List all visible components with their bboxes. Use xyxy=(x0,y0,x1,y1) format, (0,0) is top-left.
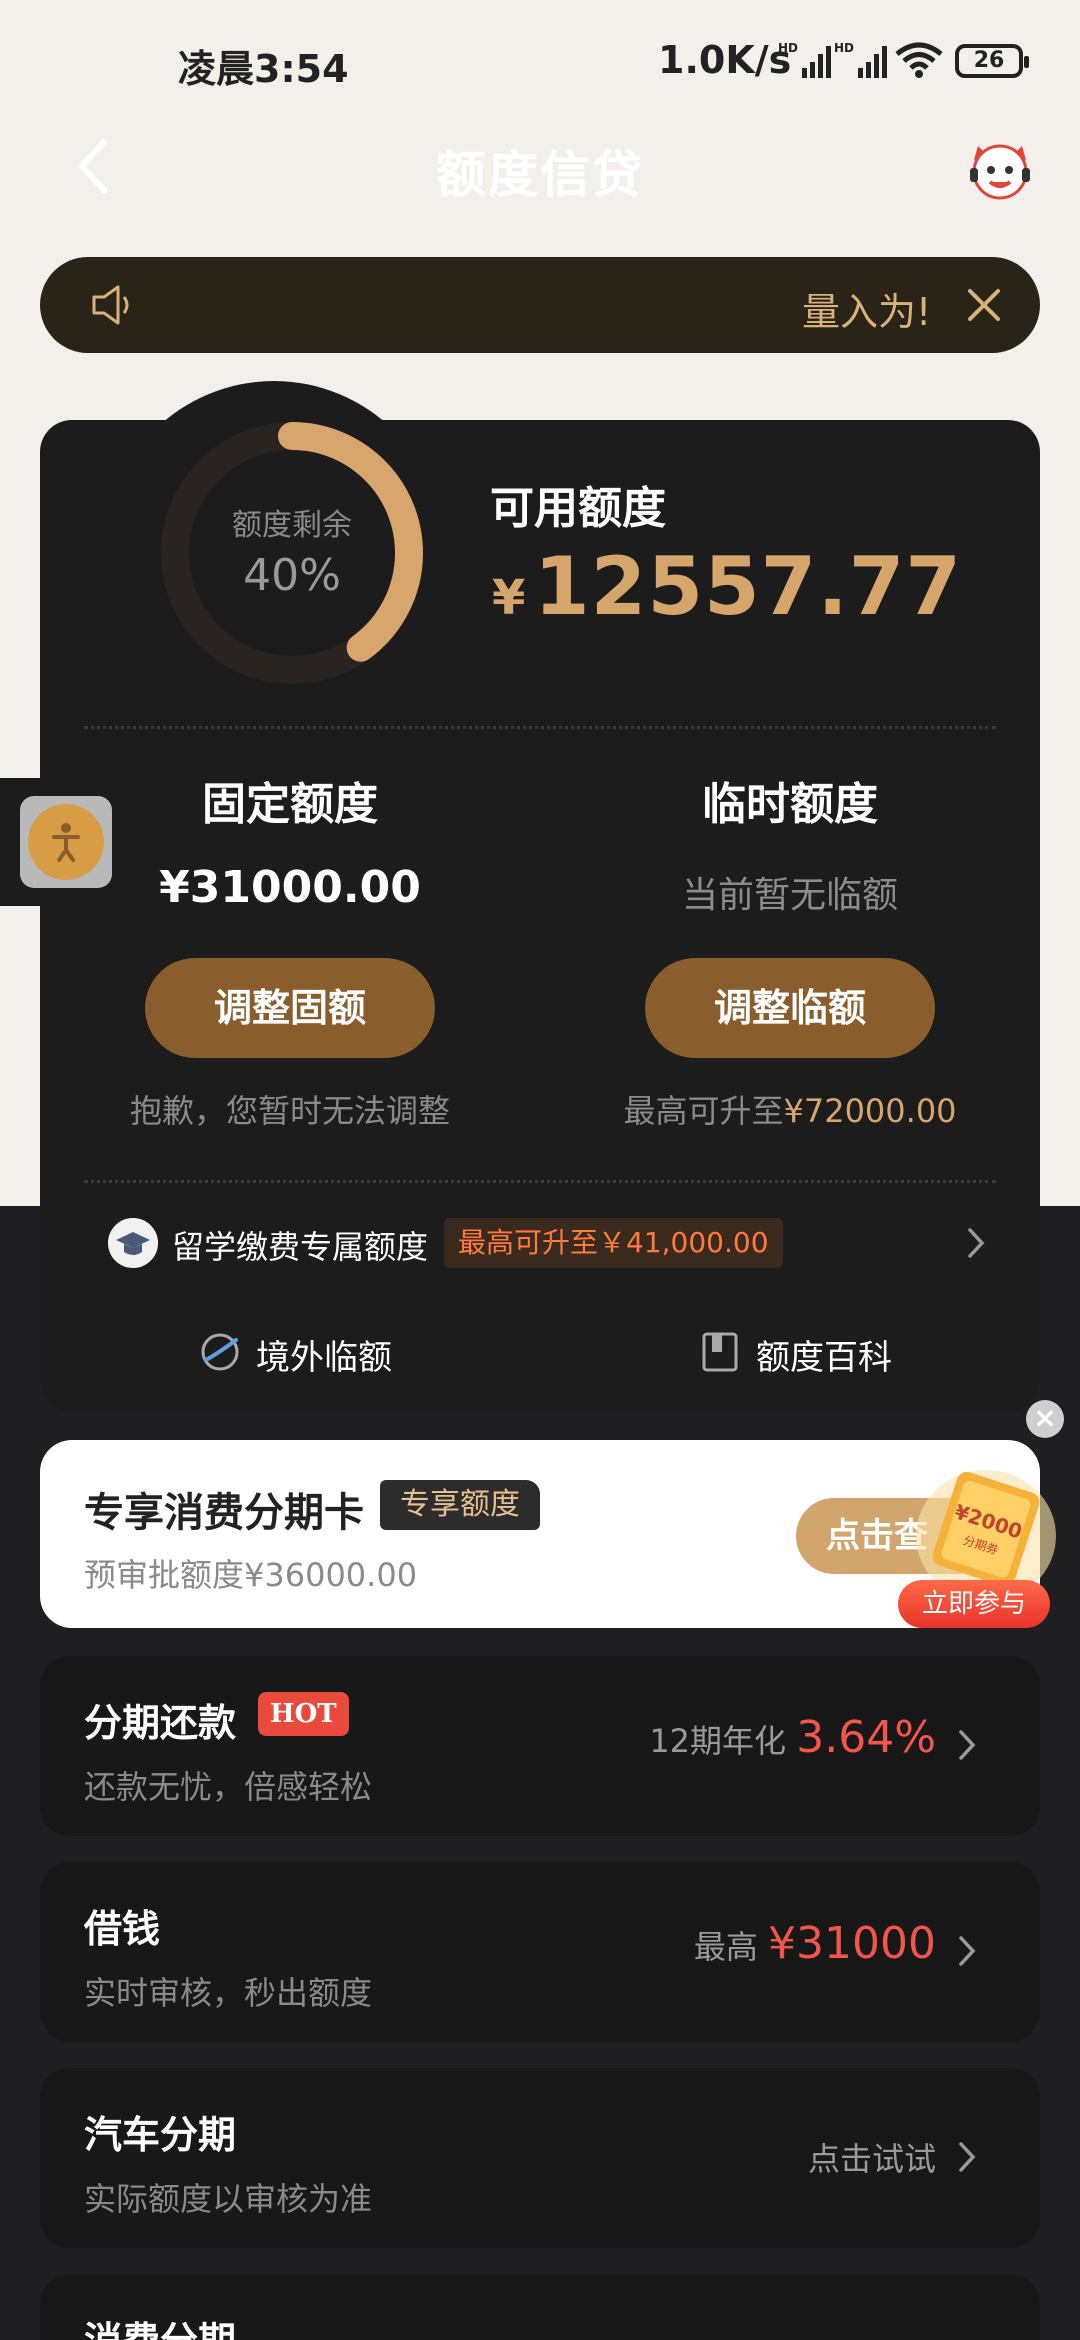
page-title: 额度信贷 xyxy=(436,146,644,204)
installment-card-promo[interactable]: 专享消费分期卡 专享额度 预审批额度¥36000.00 点击查 xyxy=(40,1440,1040,1628)
study-abroad-row[interactable]: 留学缴费专属额度 最高可升至￥41,000.00 xyxy=(108,1218,988,1278)
chevron-right-icon xyxy=(968,1228,985,1258)
product-subtitle: 实时审核，秒出额度 xyxy=(84,1974,373,2012)
accessibility-float-button[interactable] xyxy=(0,778,132,906)
product-max-amount: 最高 ¥31000 xyxy=(694,1918,936,1969)
quick-link-label: 境外临额 xyxy=(256,1338,392,1378)
temp-limit-note-prefix: 最高可升至 xyxy=(623,1092,784,1130)
promo-close-icon[interactable]: × xyxy=(1026,1400,1064,1438)
join-now-button[interactable]: 立即参与 xyxy=(898,1580,1050,1628)
book-icon xyxy=(702,1332,738,1372)
overseas-temp-limit-link[interactable]: 境外临额 xyxy=(198,1328,438,1378)
ring-label: 额度剩余 xyxy=(232,508,352,543)
study-abroad-label: 留学缴费专属额度 xyxy=(172,1228,429,1266)
available-credit-amount: 12557.77 xyxy=(534,540,963,633)
hot-badge: HOT xyxy=(258,1692,349,1736)
notice-text: 量入为! xyxy=(802,290,932,334)
product-title: 分期还款 xyxy=(84,1701,237,1745)
signal-icon: HD xyxy=(778,41,831,78)
signal-icon-2: HD xyxy=(834,41,887,78)
rate-prefix: 12期年化 xyxy=(649,1722,797,1760)
status-bar: 凌晨3:54 1.0K/s HD HD 26 xyxy=(0,0,1080,125)
ring-percent: 40% xyxy=(243,550,341,601)
divider xyxy=(84,1180,996,1183)
accessibility-frame xyxy=(20,796,112,888)
max-value: ¥31000 xyxy=(768,1918,936,1969)
borrow-row[interactable]: 借钱 实时审核，秒出额度 最高 ¥31000 xyxy=(40,1862,1040,2042)
notice-bar[interactable]: 量入为! xyxy=(40,257,1040,353)
wifi-icon xyxy=(895,42,943,78)
chevron-right-icon xyxy=(959,2142,976,2172)
network-speed: 1.0K/s xyxy=(658,38,792,82)
chevron-right-icon xyxy=(959,1730,976,1760)
fixed-limit-value: ¥31000.00 xyxy=(159,862,421,913)
fixed-limit-title: 固定额度 xyxy=(202,779,378,830)
overseas-icon xyxy=(201,1333,239,1371)
available-credit-label: 可用额度 xyxy=(490,483,666,534)
close-icon[interactable] xyxy=(964,285,1004,325)
study-abroad-badge: 最高可升至￥41,000.00 xyxy=(444,1218,783,1268)
promo-tag: 专享额度 xyxy=(380,1480,540,1530)
speaker-icon xyxy=(92,285,129,325)
product-title: 消费分期 xyxy=(84,2310,236,2340)
mascot-assistant-icon[interactable] xyxy=(964,132,1036,204)
product-subtitle: 实际额度以审核为准 xyxy=(84,2180,373,2218)
product-rate: 12期年化 3.64% xyxy=(649,1712,936,1763)
temp-limit-max-amount: ¥72000.00 xyxy=(783,1092,957,1130)
promo-subtitle: 预审批额度¥36000.00 xyxy=(84,1556,418,1594)
graduation-cap-icon xyxy=(108,1218,158,1268)
status-time: 凌晨3:54 xyxy=(178,47,349,91)
quick-link-label: 额度百科 xyxy=(756,1338,892,1378)
svg-text:HD: HD xyxy=(834,41,854,55)
installment-repay-row[interactable]: 分期还款 HOT 还款无忧，倍感轻松 12期年化 3.64% xyxy=(40,1656,1040,1836)
adjust-temp-limit-button[interactable]: 调整临额 xyxy=(645,958,935,1058)
svg-text:HD: HD xyxy=(778,41,798,55)
battery-indicator: 26 xyxy=(955,44,1029,78)
product-subtitle: 还款无忧，倍感轻松 xyxy=(84,1768,373,1806)
promo-title: 专享消费分期卡 xyxy=(84,1490,364,1536)
divider xyxy=(84,726,996,729)
chevron-right-icon xyxy=(959,1936,976,1966)
product-title: 借钱 xyxy=(84,1907,161,1951)
try-it-label: 点击试试 xyxy=(807,2140,936,2178)
car-installment-row[interactable]: 汽车分期 实际额度以审核为准 点击试试 xyxy=(40,2068,1040,2248)
adjust-fixed-limit-button[interactable]: 调整固额 xyxy=(145,958,435,1058)
accessibility-icon xyxy=(28,804,104,880)
product-title: 汽车分期 xyxy=(84,2113,237,2157)
currency-symbol: ¥ xyxy=(492,570,526,626)
consumer-installment-row[interactable]: 消费分期 xyxy=(40,2274,1040,2340)
temp-limit-note: 最高可升至¥72000.00 xyxy=(570,1086,1010,1132)
rate-value: 3.64% xyxy=(796,1712,936,1763)
fixed-limit-note: 抱歉，您暂时无法调整 xyxy=(129,1092,450,1130)
temp-limit-value: 当前暂无临额 xyxy=(681,875,898,916)
credit-wiki-link[interactable]: 额度百科 xyxy=(698,1328,938,1378)
temp-limit-title: 临时额度 xyxy=(702,779,878,830)
max-prefix: 最高 xyxy=(693,1928,769,1966)
